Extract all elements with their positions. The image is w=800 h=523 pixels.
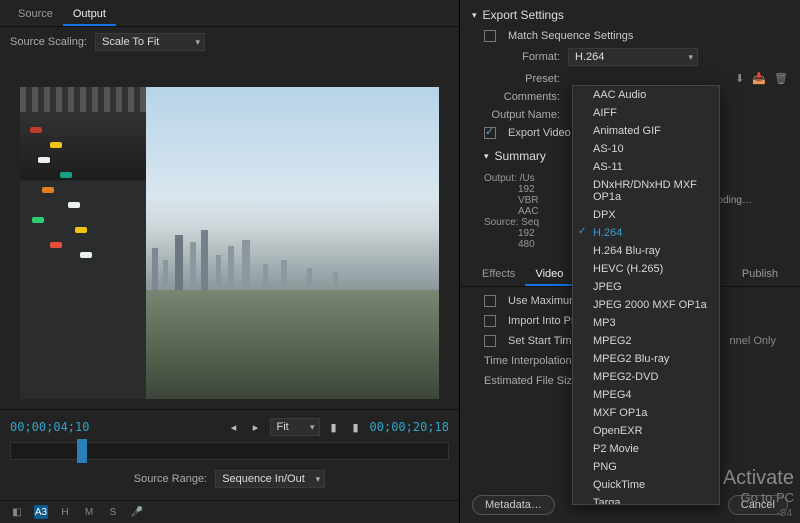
format-option[interactable]: JPEG 2000 MXF OP1a [573,296,719,314]
mark-in-icon[interactable]: ▮ [326,420,342,434]
format-option[interactable]: H.264 [573,224,719,242]
format-option[interactable]: MPEG2 Blu-ray [573,350,719,368]
chevron-down-icon: ▾ [472,10,477,21]
match-sequence-checkbox[interactable] [484,30,496,42]
channel-only-text: nnel Only [730,335,776,347]
comments-label: Comments: [484,91,560,103]
format-option[interactable]: Animated GIF [573,122,719,140]
export-settings-header[interactable]: ▾ Export Settings [460,0,800,30]
step-fwd-icon[interactable]: ▸ [248,420,264,434]
preset-delete-icon[interactable]: 🗑 [774,72,788,85]
format-dropdown[interactable]: AAC AudioAIFFAnimated GIFAS-10AS-11DNxHR… [572,85,720,505]
preset-save-icon[interactable]: ⬇ [735,72,744,85]
mark-out-icon[interactable]: ▮ [348,420,364,434]
format-option[interactable]: MP3 [573,314,719,332]
subtab-publish[interactable]: Publish [732,264,788,286]
tab-source[interactable]: Source [8,4,63,26]
timecode-in[interactable]: 00;00;04;10 [10,420,89,434]
format-label: Format: [484,51,560,63]
tb-m[interactable]: M [82,505,96,519]
zoom-fit-select[interactable]: Fit▾ [270,418,320,436]
format-option[interactable]: H.264 Blu-ray [573,242,719,260]
format-option[interactable]: AAC Audio [573,86,719,104]
preset-label: Preset: [484,73,560,85]
format-option[interactable]: JPEG [573,278,719,296]
export-settings-title: Export Settings [483,8,564,22]
tb-s[interactable]: S [106,505,120,519]
export-video-checkbox[interactable] [484,127,496,139]
preview-viewport [20,87,439,399]
step-back-icon[interactable]: ◂ [226,420,242,434]
subtab-video[interactable]: Video [525,264,573,286]
format-option[interactable]: MPEG2-DVD [573,368,719,386]
source-range-label: Source Range: [134,473,207,485]
format-option[interactable]: DPX [573,206,719,224]
format-select[interactable]: H.264▾ [568,48,698,66]
tb-h[interactable]: H [58,505,72,519]
import-project-checkbox[interactable] [484,315,496,327]
output-name-label: Output Name: [484,109,560,121]
subtab-effects[interactable]: Effects [472,264,525,286]
format-option[interactable]: MXF OP1a [573,404,719,422]
format-option[interactable]: DNxHR/DNxHD MXF OP1a [573,176,719,206]
sfx-label: -S4 [776,508,792,519]
source-scaling-select[interactable]: Scale To Fit ▾ [95,33,205,51]
preview-tabs: Source Output [0,0,459,27]
preset-import-icon[interactable]: 📥 [752,72,766,85]
format-option[interactable]: QuickTime [573,476,719,494]
audio-track-badge[interactable]: A3 [34,505,48,519]
summary-label: Summary [495,149,546,163]
mic-icon[interactable]: 🎤 [130,505,144,519]
timecode-out[interactable]: 00;00;20;18 [370,420,449,434]
source-range-select[interactable]: Sequence In/Out▾ [215,470,325,488]
playhead[interactable] [77,439,87,463]
metadata-button[interactable]: Metadata… [472,495,555,515]
match-sequence-label: Match Sequence Settings [508,30,633,42]
timeline: 00;00;04;10 ◂ ▸ Fit▾ ▮ ▮ 00;00;20;18 Sou… [0,409,459,500]
format-option[interactable]: MPEG4 [573,386,719,404]
format-option[interactable]: OpenEXR [573,422,719,440]
format-option[interactable]: AS-10 [573,140,719,158]
max-render-checkbox[interactable] [484,295,496,307]
bottom-toolbar: ◧ A3 H M S 🎤 [0,500,459,523]
export-video-label: Export Video [508,127,571,139]
chevron-down-icon: ▾ [196,37,201,48]
format-option[interactable]: AS-11 [573,158,719,176]
tab-output[interactable]: Output [63,4,116,26]
format-option[interactable]: P2 Movie [573,440,719,458]
source-scaling-label: Source Scaling: [10,36,87,48]
format-option[interactable]: MPEG2 [573,332,719,350]
format-option[interactable]: AIFF [573,104,719,122]
source-scaling-value: Scale To Fit [102,36,159,48]
format-option[interactable]: Targa [573,494,719,505]
scrub-track[interactable] [10,442,449,460]
start-tc-checkbox[interactable] [484,335,496,347]
format-option[interactable]: PNG [573,458,719,476]
chevron-down-icon: ▾ [484,151,489,162]
marker-icon[interactable]: ◧ [10,505,24,519]
format-option[interactable]: HEVC (H.265) [573,260,719,278]
